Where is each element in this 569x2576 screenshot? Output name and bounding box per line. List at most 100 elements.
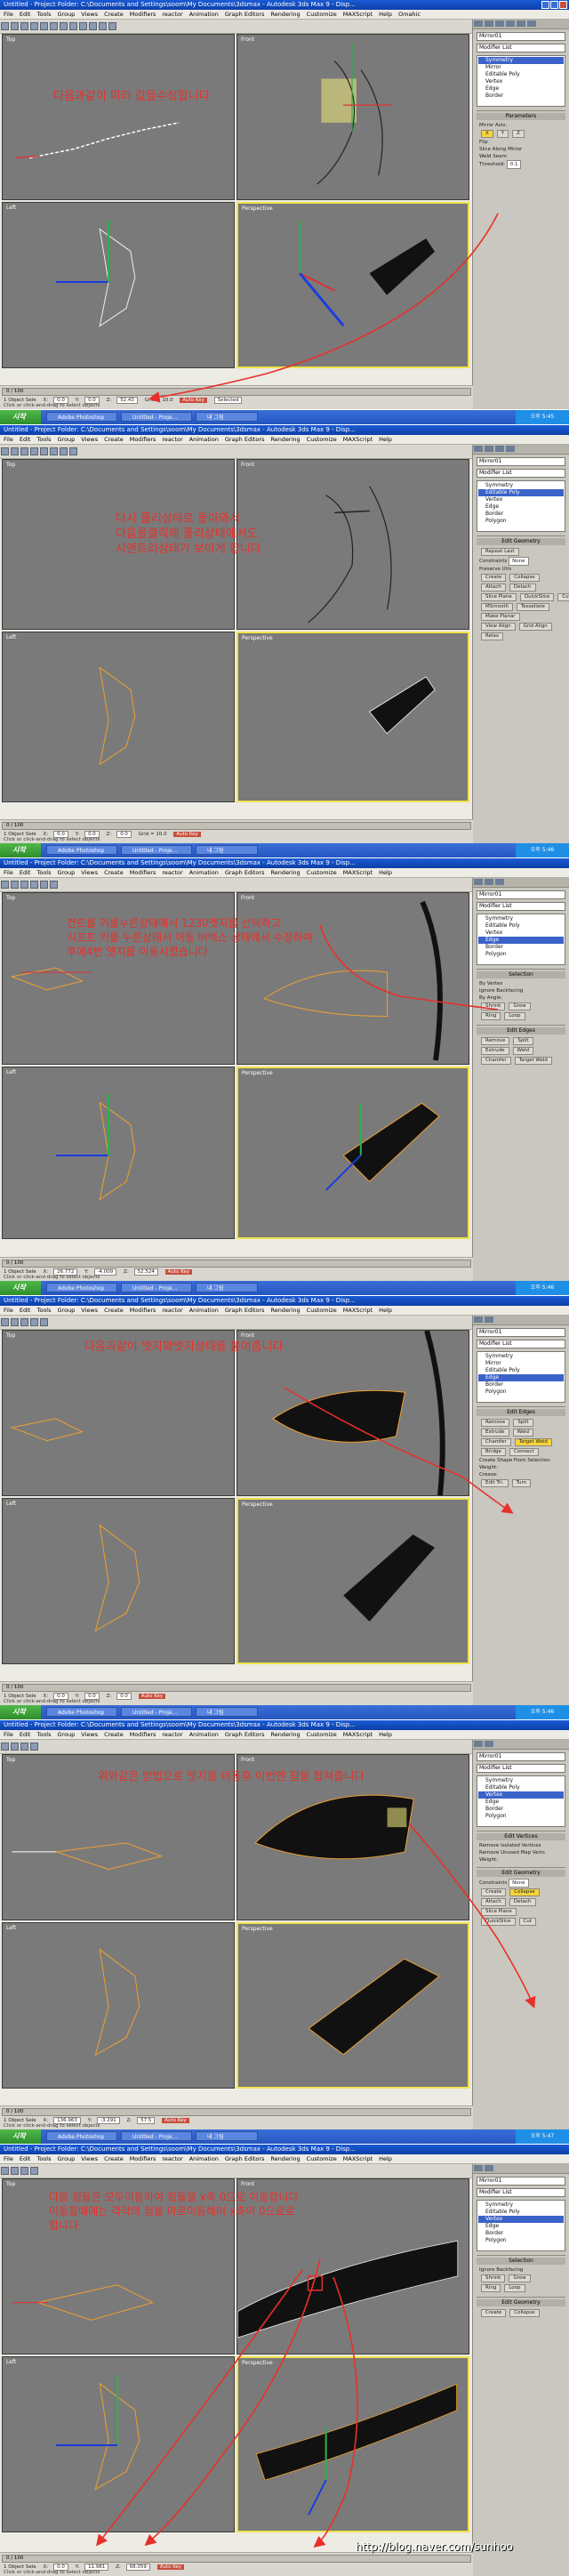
close-button[interactable] <box>559 1 567 9</box>
menu-views[interactable]: Views <box>81 869 98 876</box>
stack-item[interactable]: Symmetry <box>478 482 564 489</box>
detach-button[interactable]: Detach <box>509 584 536 592</box>
mirror-icon[interactable] <box>60 447 68 455</box>
split-button[interactable]: Split <box>513 1037 533 1045</box>
menu-file[interactable]: File <box>4 436 13 443</box>
menu-modifiers[interactable]: Modifiers <box>130 869 156 876</box>
menu-file[interactable]: File <box>4 11 13 18</box>
menu-animation[interactable]: Animation <box>189 2155 219 2162</box>
remove-button[interactable]: Remove <box>481 1037 510 1045</box>
menu-edit[interactable]: Edit <box>20 11 31 18</box>
stack-item[interactable]: Border <box>478 1381 564 1389</box>
menu-help[interactable]: Help <box>379 1731 392 1738</box>
viewport-left[interactable]: Left <box>2 632 235 802</box>
z-coord-field[interactable]: 52.524 <box>133 1268 158 1276</box>
rotate-icon[interactable] <box>40 1318 48 1326</box>
select-icon[interactable] <box>20 447 28 455</box>
start-button[interactable]: 시작 <box>0 1281 41 1295</box>
menu-animation[interactable]: Animation <box>189 1307 219 1314</box>
time-slider[interactable]: 0 / 100 <box>2 388 471 396</box>
rollout-title[interactable]: Edit Edges <box>477 1409 565 1416</box>
viewport-left[interactable]: Left <box>2 2356 235 2532</box>
utilities-tab-icon[interactable] <box>527 20 536 27</box>
menu-omahic[interactable]: Omahic <box>398 11 421 18</box>
menu-animation[interactable]: Animation <box>189 1731 219 1738</box>
move-icon[interactable] <box>50 22 58 30</box>
stack-item[interactable]: Vertex <box>478 496 564 503</box>
rollout-title[interactable]: Selection <box>477 971 565 978</box>
snap-icon[interactable] <box>79 22 87 30</box>
object-name-field[interactable]: Mirror01 <box>477 1328 565 1337</box>
render-icon[interactable] <box>108 22 116 30</box>
rotate-icon[interactable] <box>40 447 48 455</box>
task-3dsmax[interactable]: Untitled - Proje... <box>121 845 192 855</box>
z-coord-field[interactable]: 57.5 <box>137 2117 156 2124</box>
modify-tab-icon[interactable] <box>485 1741 493 1747</box>
menu-tools[interactable]: Tools <box>36 1731 51 1738</box>
menu-create[interactable]: Create <box>104 2155 124 2162</box>
slice-plane-button[interactable]: Slice Plane <box>481 1908 517 1916</box>
stack-item[interactable]: Polygon <box>478 951 564 958</box>
menu-rendering[interactable]: Rendering <box>270 869 300 876</box>
edit-tri-button[interactable]: Edit Tri. <box>481 1479 509 1487</box>
menu-create[interactable]: Create <box>104 869 124 876</box>
collapse-button[interactable]: Collapse <box>509 1888 540 1896</box>
select-icon[interactable] <box>20 881 28 889</box>
time-slider[interactable]: 0 / 100 <box>2 1684 471 1692</box>
stack-item[interactable]: Edge <box>478 1799 564 1806</box>
target-weld-button[interactable]: Target Weld <box>514 1057 552 1065</box>
create-tab-icon[interactable] <box>474 1741 483 1747</box>
move-icon[interactable] <box>30 1318 38 1326</box>
shrink-button[interactable]: Shrink <box>481 1002 506 1010</box>
rotate-icon[interactable] <box>60 22 68 30</box>
stack-item[interactable]: Border <box>478 2230 564 2237</box>
ignore-backfacing-checkbox[interactable]: Ignore Backfacing <box>477 2266 565 2274</box>
stack-item[interactable]: Border <box>478 93 564 100</box>
menu-modifiers[interactable]: Modifiers <box>130 11 156 18</box>
select-icon[interactable] <box>20 2167 28 2175</box>
object-name-field[interactable]: Mirror01 <box>477 32 565 41</box>
menu-reactor[interactable]: reactor <box>162 11 182 18</box>
by-angle-checkbox[interactable]: By Angle: <box>477 994 565 1002</box>
create-tab-icon[interactable] <box>474 879 483 885</box>
align-icon[interactable] <box>99 22 107 30</box>
stack-item[interactable]: Editable Poly <box>478 1784 564 1791</box>
msmooth-button[interactable]: MSmooth <box>481 603 513 611</box>
move-icon[interactable] <box>30 447 38 455</box>
scale-icon[interactable] <box>69 22 77 30</box>
stack-item[interactable]: Symmetry <box>478 1777 564 1784</box>
by-vertex-checkbox[interactable]: By Vertex <box>477 980 565 987</box>
start-button[interactable]: 시작 <box>0 843 41 857</box>
render-icon[interactable] <box>69 447 77 455</box>
redo-icon[interactable] <box>11 447 19 455</box>
time-slider[interactable]: 0 / 100 <box>2 2555 471 2563</box>
stack-item[interactable]: Mirror <box>478 1360 564 1367</box>
split-button[interactable]: Split <box>513 1419 533 1427</box>
viewport-front[interactable]: Front <box>236 34 469 200</box>
viewport-left[interactable]: Left <box>2 1922 235 2089</box>
menu-maxscript[interactable]: MAXScript <box>343 436 373 443</box>
link-icon[interactable] <box>20 22 28 30</box>
menu-graph-editors[interactable]: Graph Editors <box>225 436 265 443</box>
menu-customize[interactable]: Customize <box>307 2155 337 2162</box>
menu-modifiers[interactable]: Modifiers <box>130 436 156 443</box>
weld-button[interactable]: Weld <box>512 1047 534 1055</box>
menu-customize[interactable]: Customize <box>307 1731 337 1738</box>
time-slider[interactable]: 0 / 100 <box>2 2108 471 2116</box>
collapse-button[interactable]: Collapse <box>509 2309 540 2317</box>
weld-checkbox[interactable]: Weld Seam <box>477 153 565 160</box>
maximize-button[interactable] <box>550 1 558 9</box>
stack-item[interactable]: Editable Poly <box>478 489 564 496</box>
menu-help[interactable]: Help <box>379 869 392 876</box>
undo-icon[interactable] <box>1 2167 9 2175</box>
stack-item[interactable]: Editable Poly <box>478 922 564 930</box>
menu-customize[interactable]: Customize <box>307 1307 337 1314</box>
task-pictures[interactable]: 내 그림 <box>196 2131 258 2141</box>
menu-customize[interactable]: Customize <box>307 869 337 876</box>
menu-edit[interactable]: Edit <box>20 2155 31 2162</box>
task-photoshop[interactable]: Adobe Photoshop <box>46 412 117 422</box>
axis-x-radio[interactable]: X <box>481 130 493 138</box>
menu-group[interactable]: Group <box>58 1307 76 1314</box>
modify-tab-icon[interactable] <box>485 2165 493 2171</box>
stack-item[interactable]: Edge <box>478 937 564 944</box>
